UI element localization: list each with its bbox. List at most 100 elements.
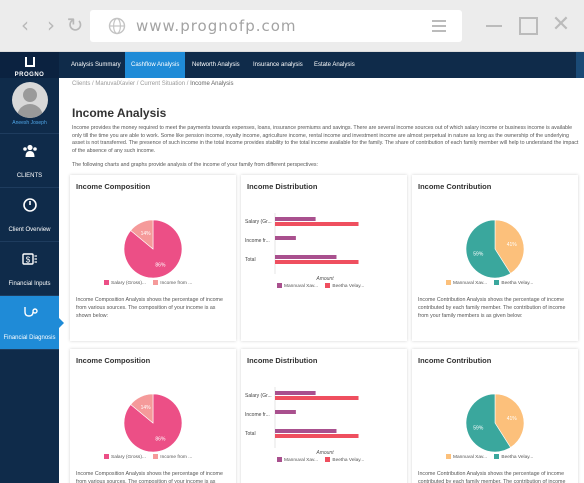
bar[interactable] <box>275 222 359 226</box>
bar[interactable] <box>275 391 316 395</box>
card-description: Income Composition Analysis shows the pe… <box>76 471 223 483</box>
tab-cashflow-analysis[interactable]: Cashflow Analysis <box>125 52 186 78</box>
legend-item[interactable]: Mannuval Xav... <box>277 283 318 289</box>
logo[interactable]: PROGNO <box>0 52 59 78</box>
category-label: Salary (Gr... <box>245 393 272 399</box>
slice-label: 14% <box>141 405 152 411</box>
x-axis-label: Amount <box>315 276 334 282</box>
avatar <box>11 82 48 118</box>
legend-item[interactable]: Beetha Velay... <box>494 280 533 286</box>
chart-legend: Salary (Gross)... Income from ... <box>104 454 198 460</box>
bar[interactable] <box>275 255 337 259</box>
legend-item[interactable]: Salary (Gross)... <box>104 454 146 460</box>
chart-legend: Mannuval Xav... Beetha Velay... <box>277 283 370 289</box>
breadcrumb: Clients / ManuvalXavier / Current Situat… <box>72 81 233 87</box>
income-contribution-card: Income Contribution 41% 59% Mannuval Xav.… <box>412 175 578 341</box>
card-title: Income Contribution <box>418 182 492 191</box>
svg-text:$: $ <box>25 256 30 265</box>
legend-item[interactable]: Beetha Velay... <box>325 457 364 463</box>
financial-inputs-icon: $ <box>21 253 37 265</box>
breadcrumb-item[interactable]: Clients <box>72 81 90 87</box>
breadcrumb-item[interactable]: Current Situation <box>140 81 185 87</box>
legend-item[interactable]: Beetha Velay... <box>494 454 533 460</box>
chart-legend: Salary (Gross)... Income from ... <box>104 280 198 286</box>
reload-icon[interactable]: ↻ <box>64 14 86 36</box>
slice-label: 41% <box>507 242 518 248</box>
nav-scroll-edge <box>576 52 584 78</box>
income-distribution-card: Income Distribution Salary (Gr... Income … <box>241 349 407 483</box>
page-title: Income Analysis <box>72 106 167 120</box>
category-label: Income fr... <box>245 412 270 418</box>
bar[interactable] <box>275 260 359 264</box>
category-label: Total <box>245 257 256 263</box>
tab-analysis-summary[interactable]: Analysis Summary <box>65 52 127 78</box>
sidebar-item-label: Financial Diagnosis <box>3 335 56 341</box>
income-composition-card: Income Composition 86% 14% Salary (Gross)… <box>70 349 236 483</box>
bar[interactable] <box>275 396 359 400</box>
bar[interactable] <box>275 429 337 433</box>
bar[interactable] <box>275 410 296 414</box>
tab-insurance-analysis[interactable]: Insurance analysis <box>247 52 309 78</box>
card-description: Income Contribution Analysis shows the p… <box>418 471 566 483</box>
contribution-pie-chart: 41% 59% <box>465 393 525 453</box>
sidebar-item-financial-inputs[interactable]: $ Financial Inputs <box>0 242 59 296</box>
category-label: Income fr... <box>245 238 270 244</box>
sub-intro-text: The following charts and graphs provide … <box>72 162 319 168</box>
x-axis-label: Amount <box>315 450 334 456</box>
close-icon[interactable]: ✕ <box>550 14 572 36</box>
overview-icon <box>22 198 37 212</box>
clients-icon <box>22 144 37 157</box>
legend-item[interactable]: Mannuval Xav... <box>446 280 487 286</box>
minimize-icon[interactable] <box>484 14 506 36</box>
tab-networth-analysis[interactable]: Networth Analysis <box>186 52 246 78</box>
address-bar[interactable]: www.prognofp.com <box>90 10 462 42</box>
category-label: Total <box>245 431 256 437</box>
slice-label: 86% <box>155 437 166 443</box>
card-title: Income Distribution <box>247 356 318 365</box>
tab-estate-analysis[interactable]: Estate Analysis <box>308 52 361 78</box>
chart-legend: Mannuval Xav... Beetha Velay... <box>446 280 539 286</box>
income-composition-card: Income Composition 86% 14% Salary (Gross)… <box>70 175 236 341</box>
browser-chrome: ‹ › ↻ www.prognofp.com ✕ <box>0 0 584 52</box>
back-arrow-icon[interactable]: ‹ <box>14 14 36 36</box>
bar[interactable] <box>275 217 316 221</box>
income-distribution-card: Income Distribution Salary (Gr... Income … <box>241 175 407 341</box>
card-title: Income Distribution <box>247 182 318 191</box>
legend-item[interactable]: Mannuval Xav... <box>277 457 318 463</box>
hamburger-menu-icon[interactable] <box>432 20 446 32</box>
maximize-icon[interactable] <box>517 14 539 36</box>
card-title: Income Contribution <box>418 356 492 365</box>
legend-item[interactable]: Beetha Velay... <box>325 283 364 289</box>
top-nav: Analysis Summary Cashflow Analysis Netwo… <box>59 52 584 78</box>
breadcrumb-item[interactable]: ManuvalXavier <box>95 81 135 87</box>
user-profile[interactable]: Aneesh Joseph <box>0 78 59 134</box>
sidebar-item-clients[interactable]: CLIENTS <box>0 134 59 188</box>
card-title: Income Composition <box>76 182 151 191</box>
legend-item[interactable]: Salary (Gross)... <box>104 280 146 286</box>
card-description: Income Contribution Analysis shows the p… <box>418 297 566 319</box>
legend-item[interactable]: Mannuval Xav... <box>446 454 487 460</box>
card-description: Income Composition Analysis shows the pe… <box>76 297 223 319</box>
breadcrumb-current: Income Analysis <box>190 81 234 87</box>
slice-label: 14% <box>141 231 152 237</box>
intro-text: Income provides the money required to me… <box>72 125 579 154</box>
sidebar-item-label: CLIENTS <box>16 173 43 179</box>
sidebar-item-financial-diagnosis[interactable]: Financial Diagnosis <box>0 296 64 350</box>
sidebar: PROGNO Aneesh Joseph CLIENTS Client Over… <box>0 52 64 483</box>
slice-label: 59% <box>473 252 484 258</box>
legend-item[interactable]: Income from ... <box>153 454 192 460</box>
bar[interactable] <box>275 434 359 438</box>
income-contribution-card: Income Contribution 41% 59% Mannuval Xav.… <box>412 349 578 483</box>
slice-label: 41% <box>507 416 518 422</box>
bar[interactable] <box>275 236 296 240</box>
slice-label: 86% <box>155 263 166 269</box>
contribution-pie-chart: 41% 59% <box>465 219 525 279</box>
sidebar-item-client-overview[interactable]: Client Overview <box>0 188 59 242</box>
composition-pie-chart: 86% 14% <box>123 219 183 279</box>
sidebar-item-label: Financial Inputs <box>8 281 51 287</box>
legend-item[interactable]: Income from ... <box>153 280 192 286</box>
forward-arrow-icon[interactable]: › <box>40 14 62 36</box>
user-name[interactable]: Aneesh Joseph <box>0 120 59 126</box>
logo-mark-icon <box>24 57 35 67</box>
composition-pie-chart: 86% 14% <box>123 393 183 453</box>
